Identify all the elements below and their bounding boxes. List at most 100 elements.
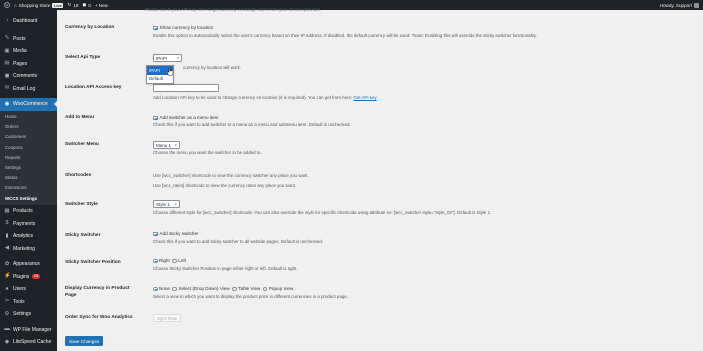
- switcher-menu-label: Switcher Menu: [65, 142, 99, 147]
- position-left-option[interactable]: Left: [172, 258, 186, 264]
- sidebar-item-plugins[interactable]: ⚡ Plugins 19: [0, 271, 57, 284]
- settings-content: Please insert your API key here to get c…: [57, 7, 703, 351]
- hand-cursor-icon: [167, 67, 173, 76]
- switcher-menu-select[interactable]: Menu 1 ∨: [153, 141, 180, 149]
- woocommerce-submenu: Home Orders Customers Coupons Reports Setting…: [0, 110, 57, 206]
- submenu-item-orders[interactable]: Orders: [0, 122, 57, 132]
- sidebar-item-products[interactable]: ▦ Products: [0, 205, 57, 218]
- sidebar-item-settings[interactable]: ⚙ Settings: [0, 308, 57, 321]
- view-table-radio[interactable]: [232, 286, 237, 292]
- sidebar-item-posts[interactable]: ✎ Posts: [0, 33, 57, 46]
- media-icon: ▣: [4, 47, 10, 54]
- sidebar-item-woocommerce[interactable]: ◉ WooCommerce: [0, 98, 57, 111]
- sticky-position-label: Sticky Switcher Position: [65, 260, 121, 265]
- sidebar-item-users[interactable]: ● Users: [0, 283, 57, 296]
- sidebar-item-appearance[interactable]: ✿ Appearance: [0, 258, 57, 271]
- display-currency-label: Display Currency in Product Page: [65, 286, 130, 298]
- sidebar-item-email-log[interactable]: ✉ Email Log: [0, 83, 57, 96]
- sidebar-item-dashboard[interactable]: ◔ Dashboard: [0, 15, 57, 28]
- new-content-link[interactable]: + New: [95, 3, 108, 8]
- payments-icon: $: [5, 220, 9, 227]
- avatar: [694, 2, 699, 8]
- comment-bubble-icon: ◼: [82, 2, 87, 7]
- switcher-style-label: Switcher Style: [65, 202, 98, 207]
- location-api-key-label: Location API Access key: [65, 85, 122, 90]
- live-badge: Live: [52, 2, 64, 8]
- marketing-icon: ◀: [4, 245, 10, 252]
- sidebar-item-marketing[interactable]: ◀ Marketing: [0, 243, 57, 256]
- howdy-user-menu[interactable]: Howdy, Support: [660, 0, 699, 10]
- location-api-key-input[interactable]: [153, 84, 219, 92]
- comments-icon: ◼: [4, 72, 10, 79]
- currency-by-location-label: Currency by Location: [65, 25, 115, 30]
- updates-icon: ↻: [67, 2, 72, 7]
- email-icon: ✉: [4, 85, 10, 91]
- admin-sidebar: ◔ Dashboard ✎ Posts ▣ Media ▤ Pages ◼ Comments ✉ E…: [0, 10, 57, 351]
- litespeed-icon: ◆: [4, 338, 10, 345]
- chevron-down-icon: ∨: [174, 143, 177, 147]
- home-icon: ⌂: [14, 2, 17, 8]
- tools-icon: ✂: [4, 298, 10, 305]
- products-icon: ▦: [4, 207, 10, 214]
- position-right-option[interactable]: Right: [153, 258, 170, 264]
- updates-link[interactable]: ↻ 19: [67, 2, 78, 8]
- clipped-description: Please insert your API key here to get c…: [145, 7, 321, 12]
- sticky-switcher-label: Sticky Switcher: [65, 233, 101, 238]
- position-left-radio[interactable]: [172, 258, 177, 264]
- svg-text:W: W: [5, 3, 9, 7]
- sidebar-item-payments[interactable]: $ Payments: [0, 218, 57, 231]
- view-dropdown-radio[interactable]: [172, 286, 177, 292]
- select-api-type-label: Select Api Type: [65, 55, 101, 60]
- plugins-icon: ⚡: [4, 273, 11, 280]
- submenu-item-coupons[interactable]: Coupons: [0, 142, 57, 152]
- submenu-item-settings[interactable]: Settings: [0, 162, 57, 172]
- submenu-item-home[interactable]: Home: [0, 112, 57, 122]
- pages-icon: ▤: [4, 60, 10, 66]
- file-manager-icon: ▬: [4, 326, 10, 333]
- view-dropdown-option[interactable]: Select (Drop Down) View: [172, 286, 230, 292]
- sidebar-item-comments[interactable]: ◼ Comments: [0, 70, 57, 83]
- site-name-link[interactable]: ⌂ Shopping Store Live: [14, 2, 64, 8]
- sidebar-item-analytics[interactable]: ▮ Analytics: [0, 230, 57, 243]
- analytics-icon: ▮: [5, 232, 9, 239]
- admin-bar: W ⌂ Shopping Store Live ↻ 19 ◼ 0 + New H…: [0, 0, 703, 10]
- submenu-item-reports[interactable]: Reports: [0, 152, 57, 162]
- shortcodes-label: Shortcodes: [65, 173, 92, 178]
- sidebar-item-tools[interactable]: ✂ Tools: [0, 296, 57, 309]
- sync-now-button[interactable]: Sync Now: [153, 314, 181, 322]
- sidebar-item-litespeed-cache[interactable]: ◆ LiteSpeed Cache: [0, 336, 57, 349]
- update-count-badge: 19: [32, 274, 40, 280]
- users-icon: ●: [5, 285, 9, 292]
- comments-link[interactable]: ◼ 0: [82, 2, 90, 8]
- add-to-menu-checkbox[interactable]: [153, 115, 158, 121]
- view-none-radio[interactable]: [153, 286, 158, 292]
- wordpress-logo-icon[interactable]: W: [4, 2, 10, 8]
- submenu-item-extensions[interactable]: Extensions: [0, 183, 57, 193]
- api-type-select[interactable]: IPAPI ∨: [153, 54, 182, 62]
- settings-icon: ⚙: [4, 310, 10, 317]
- add-to-menu-label: Add to Menu: [65, 115, 95, 120]
- appearance-icon: ✿: [4, 260, 10, 267]
- submenu-item-status[interactable]: Status: [0, 173, 57, 183]
- sidebar-item-media[interactable]: ▣ Media: [0, 45, 57, 58]
- position-right-radio[interactable]: [153, 258, 158, 264]
- woocommerce-icon: ◉: [4, 100, 10, 107]
- currency-by-location-checkbox[interactable]: [153, 25, 158, 31]
- view-popup-radio[interactable]: [262, 286, 268, 292]
- sticky-switcher-checkbox[interactable]: [153, 231, 158, 237]
- get-api-key-link[interactable]: Get API key: [353, 95, 376, 100]
- switcher-style-select[interactable]: Style 1 ∨: [153, 200, 180, 208]
- view-none-option[interactable]: None: [153, 286, 170, 292]
- order-sync-label: Order Sync for Woo Analytics: [65, 315, 133, 320]
- sidebar-item-wp-file-manager[interactable]: ▬ WP File Manager: [0, 324, 57, 337]
- chevron-down-icon: ∨: [176, 56, 179, 60]
- view-popup-option[interactable]: Popup View: [262, 286, 293, 292]
- sidebar-item-pages[interactable]: ▤ Pages: [0, 58, 57, 71]
- view-table-option[interactable]: Table View: [232, 286, 260, 292]
- save-changes-button[interactable]: Save Changes: [65, 336, 104, 346]
- dashboard-icon: ◔: [5, 17, 9, 24]
- submenu-item-customers[interactable]: Customers: [0, 132, 57, 142]
- submenu-item-wccs-settings[interactable]: WCCS Settings: [0, 193, 57, 203]
- chevron-down-icon: ∨: [174, 202, 177, 206]
- pin-icon: ✎: [4, 35, 10, 41]
